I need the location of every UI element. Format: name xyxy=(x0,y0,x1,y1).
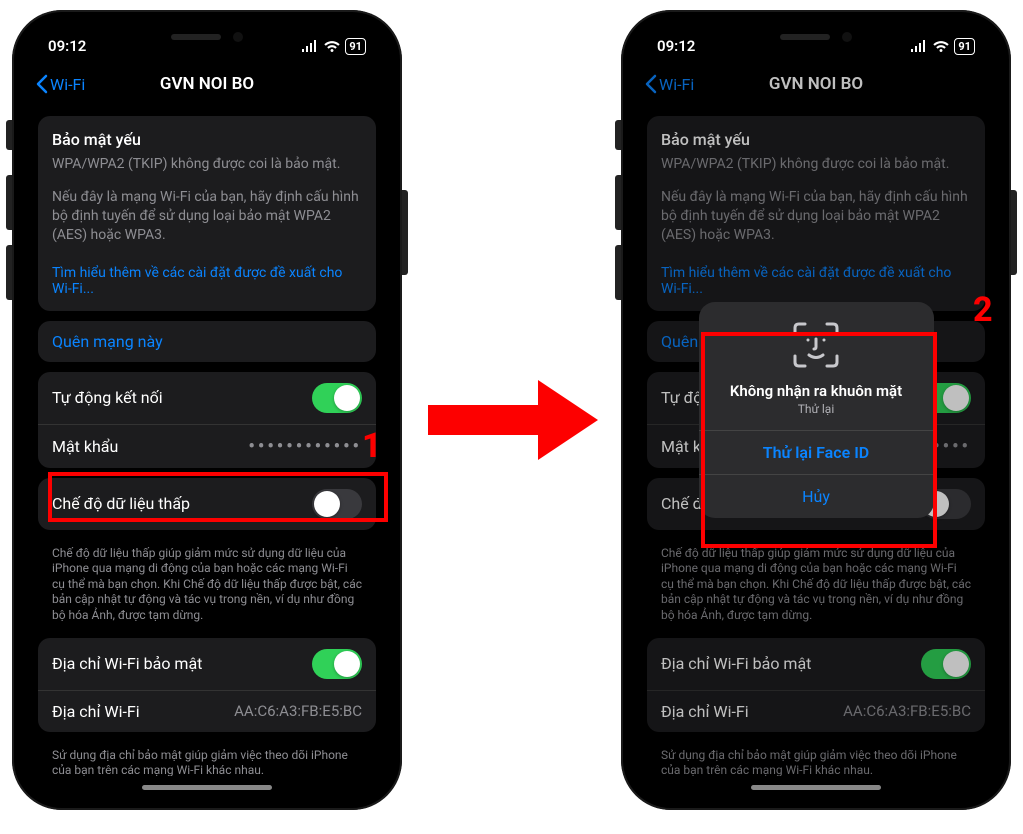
dialog-title: Không nhận ra khuôn mặt xyxy=(699,382,934,400)
auto-join-label: Tự động kết nối xyxy=(52,388,163,407)
faceid-dialog: Không nhận ra khuôn mặt Thử lại Thử lại … xyxy=(699,302,934,518)
page-title: GVN NOI BO xyxy=(160,74,254,94)
security-body-1: WPA/WPA2 (TKIP) không được coi là bảo mậ… xyxy=(52,155,362,174)
side-button xyxy=(6,175,12,230)
security-title: Bảo mật yếu xyxy=(52,130,362,149)
side-button xyxy=(615,245,621,300)
low-data-desc: Chế độ dữ liệu thấp giúp giảm mức sử dụn… xyxy=(24,540,390,624)
wifi-address-value: AA:C6:A3:FB:E5:BC xyxy=(234,702,362,720)
back-button[interactable]: Wi-Fi xyxy=(36,62,85,106)
retry-faceid-button[interactable]: Thử lại Face ID xyxy=(699,430,934,474)
forget-network-button[interactable]: Quên mạng này xyxy=(38,321,376,362)
low-data-toggle[interactable] xyxy=(312,489,362,519)
security-body-2: Nếu đây là mạng Wi-Fi của bạn, hãy định … xyxy=(52,188,362,245)
side-button xyxy=(402,190,408,275)
side-button xyxy=(1011,190,1017,275)
forget-label: Quên mạng này xyxy=(52,332,163,351)
phone-frame-left: 09:12 91 Wi-Fi GVN NOI BO xyxy=(12,10,402,810)
home-indicator[interactable] xyxy=(142,785,272,790)
notch xyxy=(736,22,896,52)
status-time: 09:12 xyxy=(48,37,86,55)
password-label: Mật khẩu xyxy=(52,437,118,456)
private-address-row[interactable]: Địa chỉ Wi-Fi bảo mật xyxy=(38,638,376,690)
private-address-desc: Sử dụng địa chỉ bảo mật giúp giảm việc t… xyxy=(24,742,390,776)
low-data-label: Chế độ dữ liệu thấp xyxy=(52,494,190,513)
side-button xyxy=(6,120,12,150)
private-address-label: Địa chỉ Wi-Fi bảo mật xyxy=(52,654,202,673)
low-data-row[interactable]: Chế độ dữ liệu thấp xyxy=(38,478,376,530)
password-row[interactable]: Mật khẩu •••••••••••• xyxy=(38,424,376,468)
phone-frame-right: 09:12 91 Wi-Fi GVN NOI BO xyxy=(621,10,1011,810)
auto-join-toggle[interactable] xyxy=(312,383,362,413)
wifi-icon xyxy=(323,40,341,52)
nav-bar: Wi-Fi GVN NOI BO xyxy=(24,62,390,106)
faceid-icon xyxy=(791,320,841,370)
password-value: •••••••••••• xyxy=(248,436,362,457)
arrow-icon xyxy=(428,380,598,460)
learn-more-link[interactable]: Tìm hiểu thêm về các cài đặt được đề xuấ… xyxy=(38,265,376,311)
side-button xyxy=(615,175,621,230)
faceid-dialog-overlay: Không nhận ra khuôn mặt Thử lại Thử lại … xyxy=(633,22,999,798)
security-warning-block: Bảo mật yếu WPA/WPA2 (TKIP) không được c… xyxy=(38,116,376,311)
cellular-icon xyxy=(301,40,319,52)
cancel-button[interactable]: Hủy xyxy=(699,474,934,518)
side-button xyxy=(615,120,621,150)
dialog-subtitle: Thử lại xyxy=(699,402,934,416)
chevron-left-icon xyxy=(36,74,48,94)
wifi-address-label: Địa chỉ Wi-Fi xyxy=(52,702,140,721)
back-label: Wi-Fi xyxy=(50,75,85,94)
wifi-address-row: Địa chỉ Wi-Fi AA:C6:A3:FB:E5:BC xyxy=(38,690,376,732)
auto-join-row[interactable]: Tự động kết nối xyxy=(38,372,376,424)
side-button xyxy=(6,245,12,300)
private-address-toggle[interactable] xyxy=(312,649,362,679)
notch xyxy=(127,22,287,52)
battery-icon: 91 xyxy=(345,38,366,55)
